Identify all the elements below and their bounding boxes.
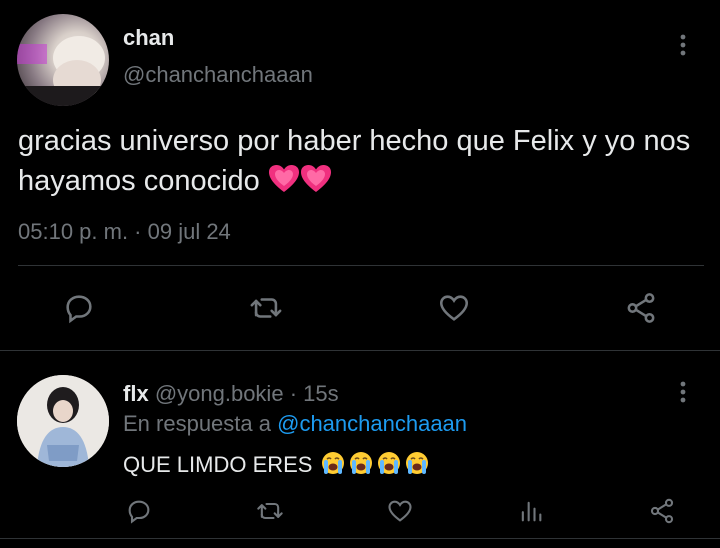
avatar-image <box>17 375 109 467</box>
share-icon[interactable] <box>648 497 676 525</box>
display-name[interactable]: flx <box>123 381 149 406</box>
time-separator: · <box>289 381 298 406</box>
divider <box>0 350 720 351</box>
like-icon[interactable] <box>437 291 471 325</box>
growing-heart-emoji <box>300 164 332 205</box>
handle[interactable]: @chanchanchaaan <box>123 62 313 88</box>
loudly-crying-face-emoji <box>319 450 347 483</box>
avatar-image <box>17 36 109 106</box>
more-options-icon[interactable] <box>676 33 690 57</box>
tweet-text: QUE LIMDO ERES <box>123 450 431 483</box>
growing-heart-emoji <box>268 164 300 205</box>
display-name[interactable]: chan <box>123 25 174 51</box>
tweet-text-body: QUE LIMDO ERES <box>123 452 313 477</box>
divider <box>0 538 720 539</box>
reply-context: En respuesta a @chanchanchaaan <box>123 411 467 437</box>
more-options-icon[interactable] <box>676 380 690 404</box>
views-icon[interactable] <box>517 497 545 525</box>
loudly-crying-face-emoji <box>375 450 403 483</box>
tweet-text: gracias universo por haber hecho que Fel… <box>18 121 698 205</box>
handle[interactable]: @yong.bokie <box>155 381 284 406</box>
reply-prefix: En respuesta a <box>123 411 271 436</box>
share-icon[interactable] <box>624 291 658 325</box>
reply-icon[interactable] <box>125 497 153 525</box>
reply-to-link[interactable]: @chanchanchaaan <box>277 411 467 436</box>
loudly-crying-face-emoji <box>403 450 431 483</box>
relative-time[interactable]: 15s <box>303 381 338 406</box>
like-icon[interactable] <box>386 497 414 525</box>
avatar[interactable] <box>17 375 109 467</box>
loudly-crying-face-emoji <box>347 450 375 483</box>
avatar[interactable] <box>17 14 109 106</box>
retweet-icon[interactable] <box>255 497 285 525</box>
timestamp[interactable]: 05:10 p. m. · 09 jul 24 <box>18 219 231 245</box>
tweet-text-body: gracias universo por haber hecho que Fel… <box>18 125 691 197</box>
retweet-icon[interactable] <box>248 291 284 325</box>
reply-icon[interactable] <box>62 291 96 325</box>
divider <box>18 265 704 266</box>
reply-header: flx @yong.bokie · 15s <box>123 381 339 407</box>
